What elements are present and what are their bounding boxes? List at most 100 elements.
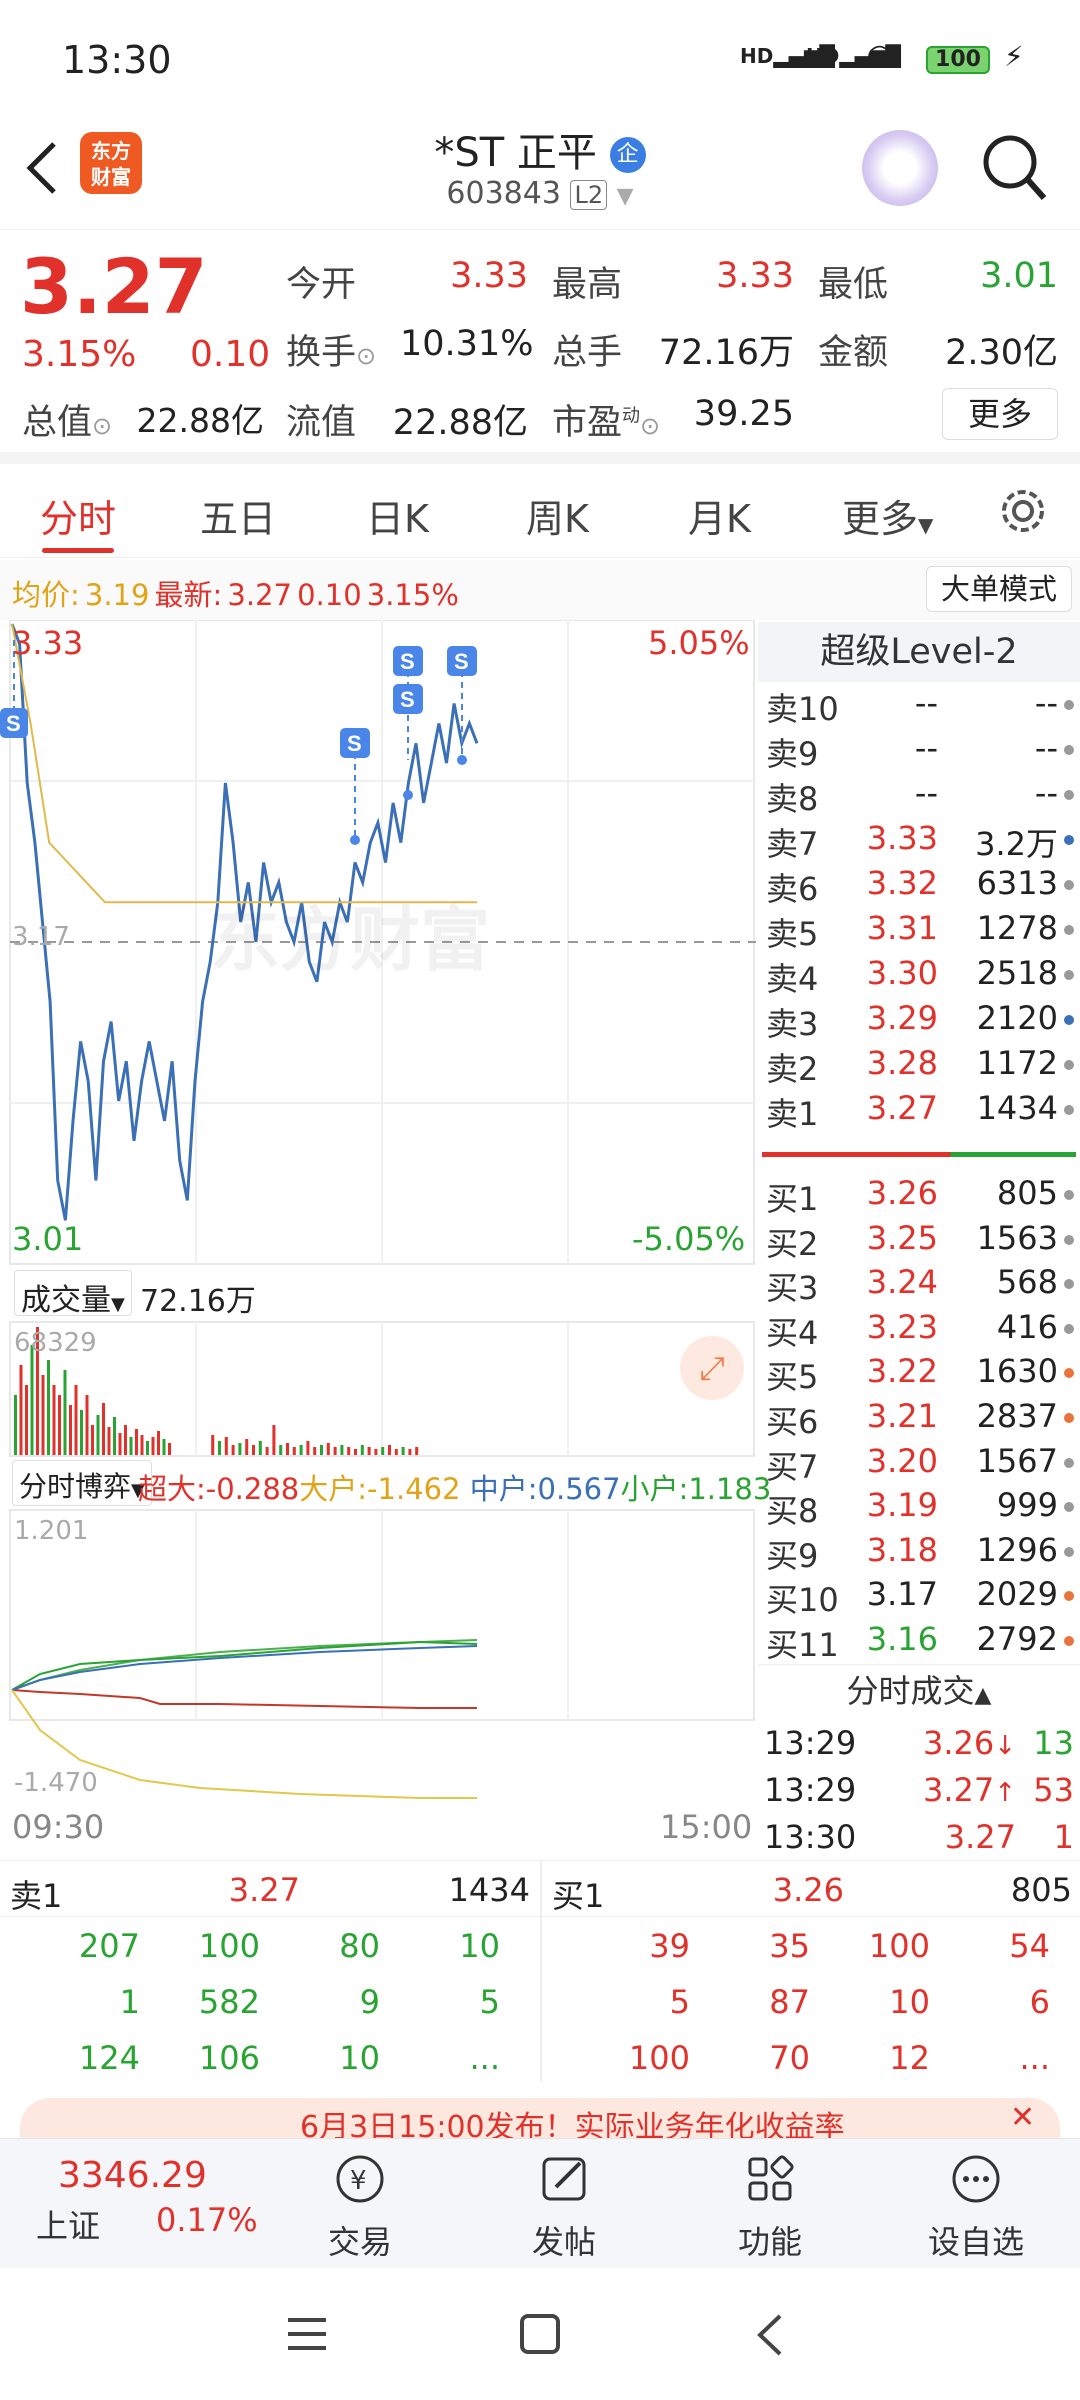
system-nav-bar (0, 2268, 1080, 2400)
ask-price: 3.32 (866, 864, 938, 902)
nav-post[interactable]: 发帖 (504, 2149, 624, 2263)
bid-row[interactable]: 买7 3.20 1567 (758, 1442, 1080, 1486)
tab-intraday[interactable]: 分时 (40, 488, 116, 543)
volume-label: 总手 (552, 333, 623, 373)
ask-volume: 3.2万 (975, 825, 1058, 863)
nav-trade[interactable]: ¥ 交易 (300, 2149, 420, 2263)
settings-gear-icon[interactable] (998, 486, 1048, 536)
top-pct-label: 5.05% (648, 624, 750, 662)
tab-daily-k[interactable]: 日K (366, 488, 429, 543)
bid-row[interactable]: 买3 3.24 568 (758, 1263, 1080, 1307)
tab-underline (42, 548, 114, 553)
more-button[interactable]: 更多 (942, 388, 1058, 440)
menu-icon[interactable] (286, 2314, 328, 2354)
ask-row[interactable]: 卖7 3.33 3.2万 (758, 819, 1080, 863)
level2-header[interactable]: 超级Level-2 (758, 622, 1080, 682)
bid-volume: 1563 (976, 1218, 1058, 1257)
change-value: 0.10 (190, 334, 271, 375)
ask-price: 3.30 (866, 954, 938, 992)
banner-close-icon[interactable]: ✕ (1010, 2100, 1035, 2135)
bid-row[interactable]: 买6 3.21 2837 (758, 1397, 1080, 1441)
tab-more[interactable]: 更多▼ (842, 488, 933, 543)
volume-bar (313, 1447, 317, 1455)
queue-ask-cell: 100 (198, 1927, 260, 1965)
ask-row[interactable]: 卖4 3.30 2518 (758, 954, 1080, 998)
ask-volume: 1434 (976, 1089, 1058, 1127)
ask-row[interactable]: 卖3 3.29 2120 (758, 999, 1080, 1043)
volume-bar (326, 1443, 330, 1455)
volume-bar (211, 1435, 215, 1455)
volume-bar (63, 1370, 67, 1455)
home-icon[interactable] (518, 2312, 562, 2356)
tab-five-day[interactable]: 五日 (200, 488, 276, 543)
big-order-mode-button[interactable]: 大单模式 (926, 566, 1072, 612)
intraday-chart[interactable]: S S S S S 3.33 5.05% 3.17 3.01 -5.05% 东方… (0, 620, 771, 1860)
volume-bar (96, 1415, 100, 1455)
bid-row[interactable]: 买2 3.25 1563 (758, 1219, 1080, 1263)
bid-row[interactable]: 买8 3.19 999 (758, 1486, 1080, 1530)
low-value: 3.01 (980, 256, 1058, 296)
trades-header[interactable]: 分时成交▲ (758, 1664, 1080, 1716)
volume-bar (135, 1429, 138, 1455)
volume-indicator-select[interactable]: 成交量▼ (14, 1270, 132, 1318)
volume-bar (157, 1431, 160, 1455)
bid-row[interactable]: 买9 3.18 1296 (758, 1531, 1080, 1575)
bid-volume: 1296 (976, 1530, 1058, 1569)
back-nav-icon[interactable] (752, 2312, 788, 2358)
order-dot-icon (1064, 1591, 1074, 1602)
ask-row[interactable]: 卖8 -- -- (758, 774, 1080, 818)
volume-bar (320, 1445, 323, 1455)
turnover-label[interactable]: 换手⊙ (286, 324, 376, 375)
trade-volume: 13 (1033, 1724, 1074, 1762)
volume-bar (306, 1441, 310, 1455)
ask-row[interactable]: 卖2 3.28 1172 (758, 1044, 1080, 1088)
bid-label: 买8 (766, 1492, 819, 1531)
ask-volume: -- (1034, 774, 1058, 812)
tab-monthly-k[interactable]: 月K (688, 488, 751, 543)
order-dot-icon (1064, 1015, 1074, 1025)
volume-bar (85, 1395, 89, 1455)
bid-row[interactable]: 买10 3.17 2029 (758, 1575, 1080, 1619)
latest-pct: 3.15% (366, 578, 459, 612)
promo-banner[interactable]: 6月3日15:00发布！实际业务年化收益率 ✕ (20, 2098, 1060, 2138)
float-value: 22.88亿 (392, 403, 528, 443)
bid-price: 3.24 (866, 1263, 938, 1302)
ask-row[interactable]: 卖6 3.32 6313 (758, 864, 1080, 908)
queue-bid-cell: 100 (628, 2039, 690, 2077)
game-indicator-select[interactable]: 分时博弈▼ (12, 1460, 152, 1506)
volume-bar (14, 1395, 17, 1455)
ask-row[interactable]: 卖1 3.27 1434 (758, 1089, 1080, 1133)
bid-row[interactable]: 买1 3.26 805 (758, 1174, 1080, 1218)
bid-ask-divider (762, 1152, 1076, 1157)
bid-row[interactable]: 买11 3.16 2792 (758, 1620, 1080, 1664)
mid-price-label: 3.17 (12, 922, 70, 952)
ask-row[interactable]: 卖9 -- -- (758, 729, 1080, 773)
search-icon[interactable] (980, 132, 1050, 204)
high-value: 3.33 (716, 256, 794, 296)
pe-label[interactable]: 市盈动⊙ (552, 394, 660, 445)
queue-ask-cell: 582 (198, 1983, 260, 2021)
queue-bid-price: 3.26 (772, 1871, 844, 1909)
ask-row[interactable]: 卖5 3.31 1278 (758, 909, 1080, 953)
bid-row[interactable]: 买4 3.23 416 (758, 1308, 1080, 1352)
volume-value: 72.16万 (658, 333, 794, 373)
queue-ask-cell: 1 (119, 1983, 140, 2021)
low-label: 最低 (818, 265, 889, 305)
bid-price: 3.26 (866, 1174, 938, 1212)
expand-icon[interactable]: ⤢ (680, 1336, 744, 1400)
queue-ask-cell: ... (469, 2039, 500, 2077)
order-dot-icon (1064, 1413, 1074, 1423)
trade-volume: 1 (1053, 1818, 1074, 1856)
nav-add-watchlist[interactable]: 设自选 (916, 2149, 1036, 2263)
mktcap-label[interactable]: 总值⊙ (22, 394, 112, 445)
grid-icon (710, 2149, 830, 2209)
volume-bar (231, 1445, 235, 1455)
index-widget[interactable]: 3346.29 上证 0.17% (20, 2147, 260, 2257)
bid-row[interactable]: 买5 3.22 1630 (758, 1352, 1080, 1396)
tab-weekly-k[interactable]: 周K (526, 488, 589, 543)
time-end-label: 15:00 (660, 1808, 753, 1846)
nav-functions[interactable]: 功能 (710, 2149, 830, 2263)
robot-assistant-icon[interactable] (862, 130, 938, 206)
ask-volume: 2518 (976, 954, 1058, 992)
ask-row[interactable]: 卖10 -- -- (758, 684, 1080, 728)
